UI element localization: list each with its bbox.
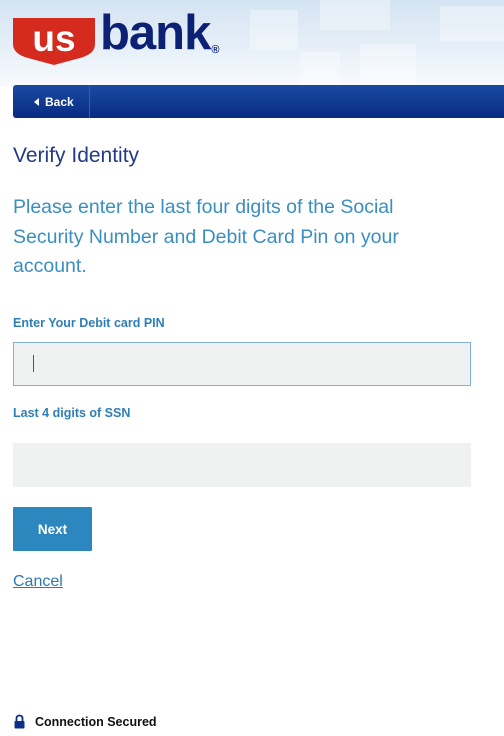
next-button[interactable]: Next xyxy=(13,507,92,551)
ssn-field-label: Last 4 digits of SSN xyxy=(13,406,131,420)
background-tile xyxy=(300,52,340,86)
text-cursor xyxy=(33,355,34,372)
chevron-left-icon xyxy=(34,97,39,106)
logo-registered-mark: ® xyxy=(211,44,220,56)
logo-us-text: us xyxy=(32,18,75,59)
instructions-text: Please enter the last four digits of the… xyxy=(13,196,399,277)
back-button-label: Back xyxy=(45,94,74,109)
usbank-shield-logo: us xyxy=(13,18,95,65)
cancel-link[interactable]: Cancel xyxy=(13,573,63,591)
usbank-logo[interactable]: us bank ® xyxy=(12,6,220,66)
nav-bar: Back xyxy=(13,85,504,118)
connection-secured-indicator: Connection Secured xyxy=(14,714,157,729)
page-title: Verify Identity xyxy=(13,144,140,167)
connection-secured-text: Connection Secured xyxy=(35,714,157,729)
lock-icon xyxy=(14,714,25,729)
background-tile xyxy=(250,10,298,50)
logo-bank-text: bank xyxy=(100,6,211,60)
back-button[interactable]: Back xyxy=(13,85,90,118)
debit-pin-input[interactable] xyxy=(13,342,471,386)
background-tile xyxy=(440,6,504,42)
background-tile xyxy=(360,44,416,86)
pin-field-label: Enter Your Debit card PIN xyxy=(13,316,165,330)
header-banner: us bank ® xyxy=(0,0,504,86)
ssn-last4-input[interactable] xyxy=(13,443,471,487)
background-tile xyxy=(320,0,390,30)
